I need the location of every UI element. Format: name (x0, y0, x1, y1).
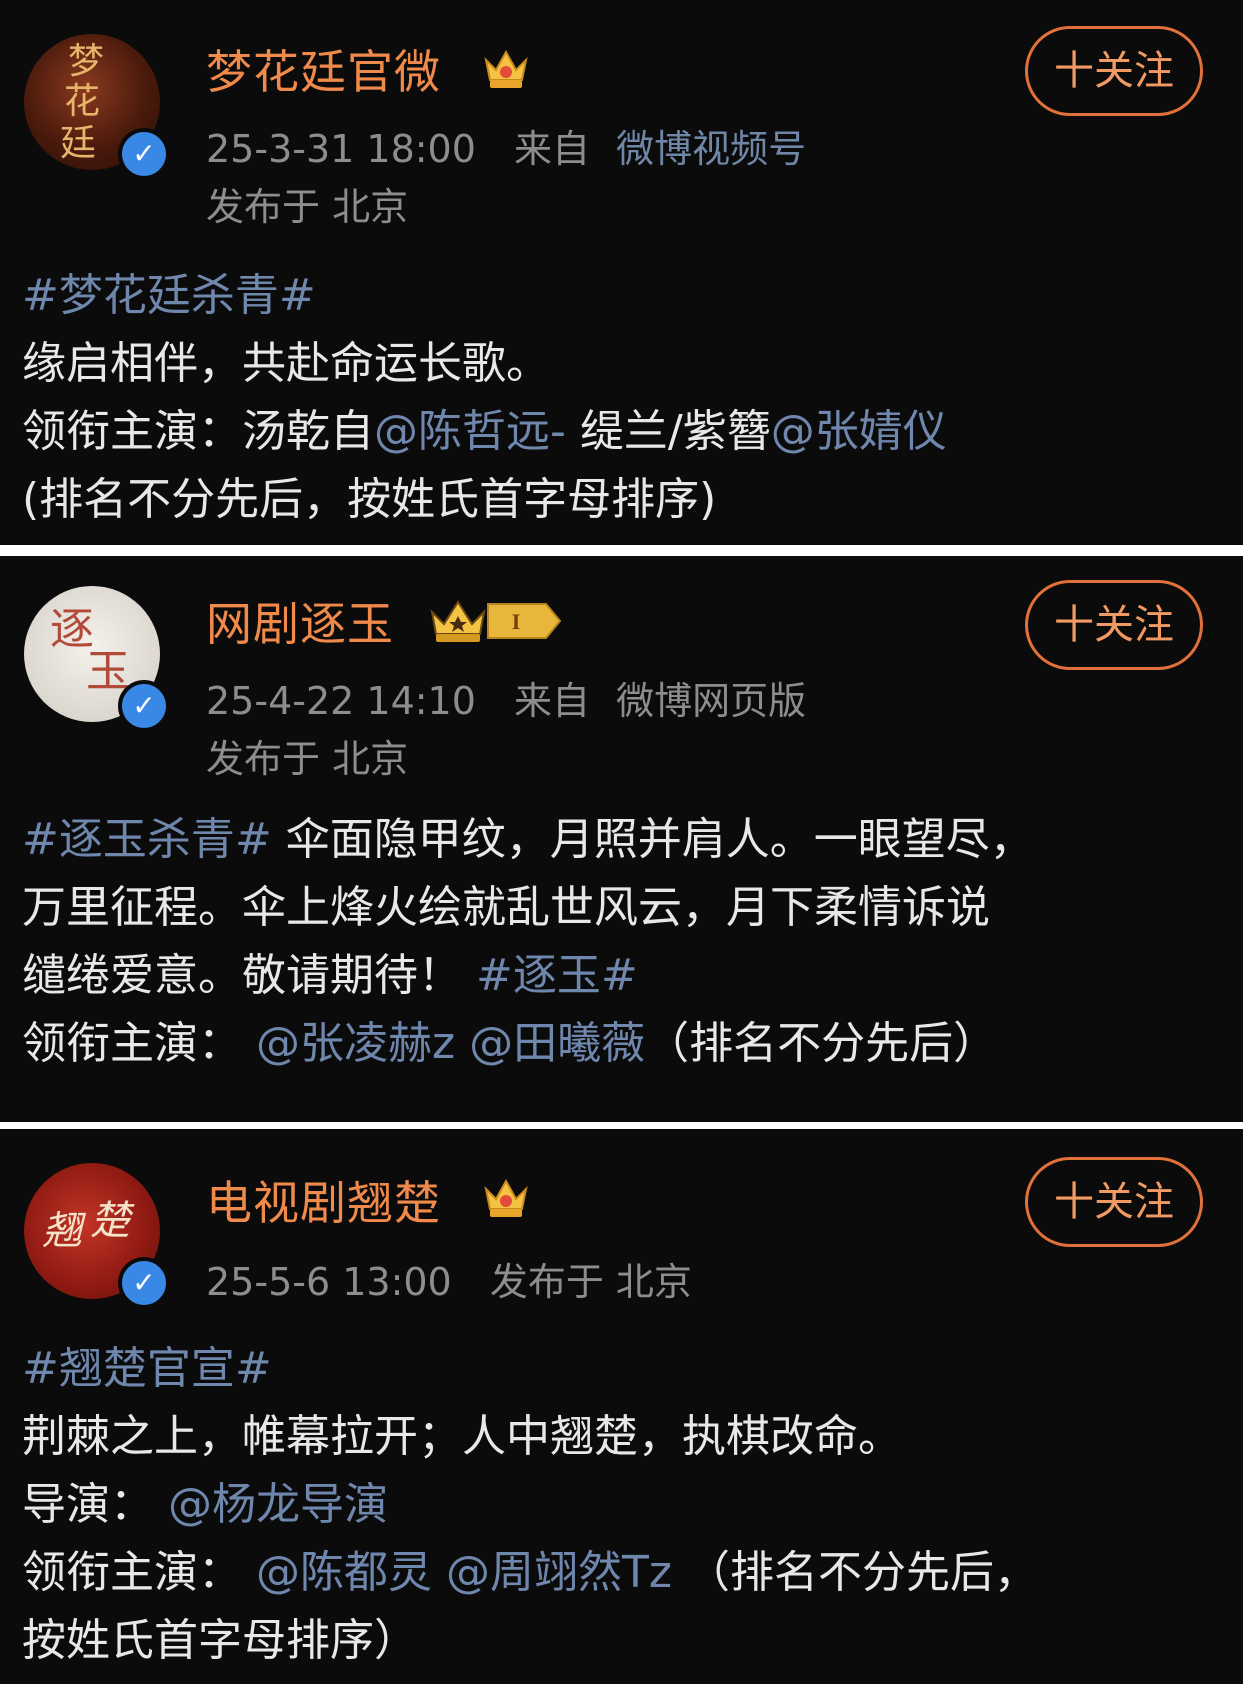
location: 发布于 北京 (206, 737, 409, 781)
cast-label: 领衔主演： (22, 1547, 242, 1598)
post-body: #逐玉杀青# 伞面隐甲纹，月照并肩人。一眼望尽， 万里征程。伞上烽火绘就乱世风云… (22, 806, 1219, 1078)
post-text-line: 荆棘之上，帷幕拉开；人中翘楚，执棋改命。 (22, 1411, 902, 1462)
source-link[interactable]: 微博视频号 (616, 127, 806, 171)
hashtag-link[interactable]: #逐玉# (476, 950, 638, 1001)
mention-link[interactable]: @周翊然Tz (446, 1547, 672, 1598)
ranking-note: 按姓氏首字母排序） (22, 1615, 418, 1666)
ranking-note: （排名不分先后） (645, 1018, 998, 1069)
timestamp: 25-3-31 18:00 (206, 127, 476, 171)
mention-link[interactable]: @张婧仪 (771, 406, 947, 457)
location: 发布于 北京 (489, 1260, 692, 1304)
follow-button[interactable]: 十关注 (1025, 1157, 1203, 1247)
timestamp: 25-4-22 14:10 (206, 679, 476, 723)
follow-label: 十关注 (1054, 602, 1174, 648)
mention-link[interactable]: @陈都灵 (256, 1547, 432, 1598)
verified-icon: ✓ (118, 128, 170, 180)
hashtag-link[interactable]: #翘楚官宣# (22, 1343, 272, 1394)
mention-link[interactable]: @田曦薇 (469, 1018, 645, 1069)
post-meta: 25-3-31 18:00 来自 微博视频号 (206, 118, 806, 173)
director-label: 导演： (22, 1479, 154, 1530)
verified-icon: ✓ (118, 1257, 170, 1309)
cast-person: 缇兰/紫簪 (579, 406, 771, 457)
post-text-line: 缘启相伴，共赴命运长歌。 (22, 338, 550, 389)
weibo-post-2: 逐 玉 ✓ 网剧逐玉 I 25-4-22 14:10 来自 微博网页版 发布于 … (0, 556, 1243, 1122)
post-text-line: 万里征程。伞上烽火绘就乱世风云，月下柔情诉说 (22, 882, 990, 933)
post-meta: 25-4-22 14:10 来自 微博网页版 (206, 670, 806, 725)
from-label: 来自 (514, 127, 591, 171)
mention-link[interactable]: @张凌赫z (256, 1018, 455, 1069)
weibo-post-1: 梦 花 廷 ✓ 梦花廷官微 25-3-31 18:00 来自 微博视频号 发布于… (0, 0, 1243, 545)
mention-link[interactable]: @陈哲远- (374, 406, 566, 457)
from-label: 来自 (514, 679, 591, 723)
post-meta: 25-5-6 13:00 发布于 北京 (206, 1251, 692, 1306)
hashtag-link[interactable]: #逐玉杀青# (22, 814, 272, 865)
username[interactable]: 网剧逐玉 (206, 588, 394, 654)
crown-badge-icon (484, 1178, 528, 1217)
cast-person: 汤乾自 (242, 406, 374, 457)
source-text: 微博网页版 (616, 679, 807, 723)
cast-label: 领衔主演： (22, 1018, 242, 1069)
level-badge-text: I (512, 609, 521, 634)
hashtag-link[interactable]: #梦花廷杀青# (22, 270, 316, 321)
crown-badge-icon (484, 49, 528, 88)
username[interactable]: 电视剧翘楚 (206, 1167, 441, 1233)
post-text: 伞面隐甲纹，月照并肩人。一眼望尽， (271, 814, 1034, 865)
mention-link[interactable]: @杨龙导演 (168, 1479, 388, 1530)
follow-label: 十关注 (1054, 48, 1174, 94)
follow-button[interactable]: 十关注 (1025, 26, 1203, 116)
follow-button[interactable]: 十关注 (1025, 580, 1203, 670)
ranking-note: (排名不分先后，按姓氏首字母排序) (22, 474, 717, 525)
location: 发布于 北京 (206, 185, 409, 229)
follow-label: 十关注 (1054, 1179, 1174, 1225)
verified-icon: ✓ (118, 680, 170, 732)
ranking-note: （排名不分先后， (685, 1547, 1038, 1598)
post-body: #梦花廷杀青# 缘启相伴，共赴命运长歌。 领衔主演：汤乾自@陈哲远- 缇兰/紫簪… (22, 262, 1219, 534)
username[interactable]: 梦花廷官微 (206, 36, 441, 102)
post-body: #翘楚官宣# 荆棘之上，帷幕拉开；人中翘楚，执棋改命。 导演： @杨龙导演 领衔… (22, 1335, 1219, 1675)
cast-label: 领衔主演： (22, 406, 242, 457)
crown-level-badge-icon: I (430, 600, 562, 642)
post-text: 缱绻爱意。敬请期待！ (22, 950, 462, 1001)
timestamp: 25-5-6 13:00 (206, 1260, 452, 1304)
weibo-post-3: 翘 楚 ✓ 电视剧翘楚 25-5-6 13:00 发布于 北京 十关注 #翘楚官… (0, 1129, 1243, 1684)
